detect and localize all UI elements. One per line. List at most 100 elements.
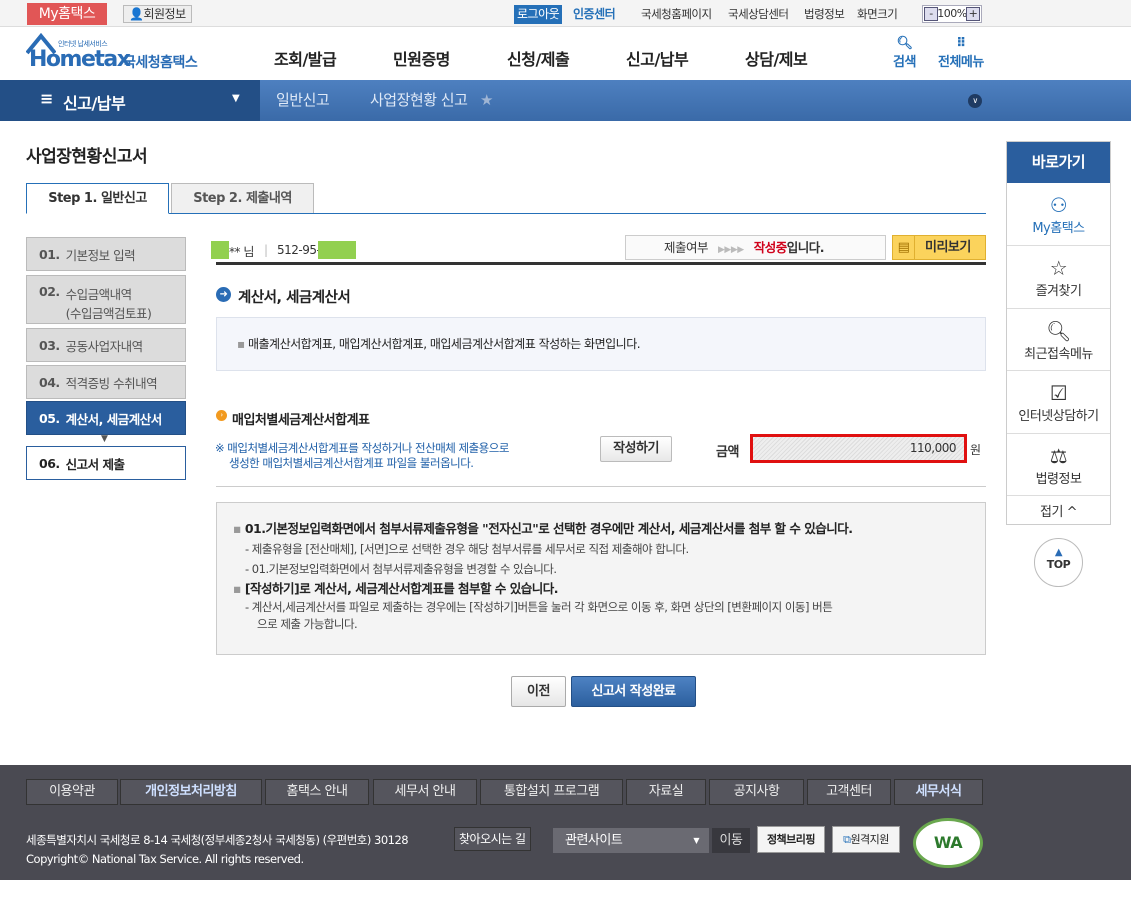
step-revenue[interactable]: 02. 수입금액내역 (수입금액검토표) bbox=[26, 275, 186, 324]
footer-address: 세종특별자치시 국세청로 8-14 국세청(정부세종2청사 국세청동) (우편번… bbox=[26, 833, 409, 847]
footer-hometax-guide[interactable]: 홈택스 안내 bbox=[265, 779, 369, 805]
hometax-logo[interactable]: 인터넷 납세서비스 Hometax 국세청홈택스 bbox=[26, 33, 211, 75]
write-button[interactable]: 작성하기 bbox=[600, 436, 672, 462]
quick-recent[interactable]: 🔍︎ 최근접속메뉴 bbox=[1007, 309, 1110, 371]
footer-customer-center[interactable]: 고객센터 bbox=[807, 779, 891, 805]
footer-notice[interactable]: 공지사항 bbox=[709, 779, 804, 805]
menu-filing[interactable]: 신고/납부 bbox=[626, 46, 689, 70]
menu-icon: ≡ bbox=[40, 89, 53, 108]
step-submit[interactable]: 06. 신고서 제출 bbox=[26, 446, 186, 480]
search-button[interactable]: 🔍︎ 검색 bbox=[893, 36, 916, 70]
tab-divider bbox=[26, 213, 986, 214]
menu-certificate[interactable]: 민원증명 bbox=[393, 46, 450, 70]
tab-step1[interactable]: Step 1. 일반신고 bbox=[26, 183, 169, 214]
quick-law[interactable]: ⚖ 법령정보 bbox=[1007, 434, 1110, 496]
page-title: 사업장현황신고서 bbox=[26, 147, 148, 167]
logo-text: Hometax bbox=[29, 47, 131, 72]
document-icon: ▤ bbox=[893, 236, 915, 259]
footer-privacy[interactable]: 개인정보처리방침 bbox=[120, 779, 262, 805]
breadcrumb-general[interactable]: 일반신고 bbox=[276, 80, 330, 121]
member-info-button[interactable]: 👤회원정보 bbox=[123, 5, 192, 23]
tab-step2[interactable]: Step 2. 제출내역 bbox=[171, 183, 314, 214]
masked-name bbox=[211, 241, 229, 259]
menu-inquiry[interactable]: 조회/발급 bbox=[274, 46, 337, 70]
quick-counsel[interactable]: ☑ 인터넷상담하기 bbox=[1007, 371, 1110, 434]
separator: | bbox=[264, 243, 268, 257]
policy-briefing-link[interactable]: 정책브리핑 bbox=[757, 826, 825, 853]
menu-application[interactable]: 신청/제출 bbox=[507, 46, 570, 70]
nts-counsel-link[interactable]: 국세상담센터 bbox=[728, 7, 789, 22]
grid-icon: ⠿ bbox=[956, 36, 966, 51]
footer-terms[interactable]: 이용약관 bbox=[26, 779, 118, 805]
top-utility-bar: My홈택스 👤회원정보 로그아웃 인증센터 국세청홈페이지 국세상담센터 법령정… bbox=[0, 0, 1131, 27]
subsection-note: ※ 매입처별세금계산서합계표를 작성하거나 전산매체 제출용으로 생성한 매입처별… bbox=[215, 441, 509, 470]
fold-button[interactable]: 접기 ^ bbox=[1007, 496, 1110, 520]
amount-unit: 원 bbox=[970, 443, 981, 457]
copyright: Copyright© National Tax Service. All rig… bbox=[26, 852, 304, 866]
search-icon: 🔍︎ bbox=[896, 36, 913, 51]
masked-biz-number bbox=[318, 241, 356, 259]
arrow-circle-icon: ➜ bbox=[216, 287, 231, 302]
go-button[interactable]: 이동 bbox=[712, 828, 750, 853]
breadcrumb-bar: ≡ 신고/납부 ▼ 일반신고 사업장현황 신고 ★ ∨ bbox=[0, 80, 1131, 121]
submission-status: 제출여부 ▶▶▶▶ 작성중입니다. bbox=[625, 235, 886, 260]
all-menu-button[interactable]: ⠿ 전체메뉴 bbox=[938, 36, 984, 70]
step-basic-info[interactable]: 01. 기본정보 입력 bbox=[26, 237, 186, 271]
cert-center-link[interactable]: 인증센터 bbox=[573, 6, 616, 23]
user-icon: 👤 bbox=[129, 7, 144, 21]
favorite-star-icon[interactable]: ★ bbox=[480, 91, 493, 109]
remote-support-link[interactable]: ⧉원격지원 bbox=[832, 826, 900, 853]
page-bottom bbox=[0, 880, 1131, 897]
gavel-icon: ⚖ bbox=[1049, 444, 1068, 468]
header-rule bbox=[216, 262, 986, 265]
related-sites-select[interactable]: 관련사이트 ▼ bbox=[553, 828, 709, 853]
nts-homepage-link[interactable]: 국세청홈페이지 bbox=[641, 7, 712, 22]
business-number: 512-95- bbox=[277, 243, 321, 257]
bullet-icon: › bbox=[216, 410, 227, 421]
zoom-out-button[interactable]: - bbox=[924, 7, 938, 21]
web-accessibility-mark: WA bbox=[913, 818, 983, 868]
dropdown-arrow-icon: ▼ bbox=[232, 93, 240, 104]
step-partners[interactable]: 03. 공동사업자내역 bbox=[26, 328, 186, 362]
quick-menu-title: 바로가기 bbox=[1007, 142, 1110, 183]
info-box: ▪ 매출계산서합계표, 매입계산서합계표, 매입세금계산서합계표 작성하는 화면… bbox=[216, 317, 986, 371]
section-selector[interactable]: ≡ 신고/납부 ▼ bbox=[0, 80, 260, 121]
menu-counsel[interactable]: 상담/제보 bbox=[745, 46, 808, 70]
complete-button[interactable]: 신고서 작성완료 bbox=[571, 676, 696, 707]
quick-favorites[interactable]: ☆ 즐겨찾기 bbox=[1007, 246, 1110, 309]
footer-office-guide[interactable]: 세무서 안내 bbox=[373, 779, 477, 805]
law-info-link[interactable]: 법령정보 bbox=[804, 7, 845, 22]
preview-button[interactable]: ▤ 미리보기 bbox=[892, 235, 986, 260]
screen-size-label: 화면크기 bbox=[857, 7, 898, 21]
amount-field: 110,000 bbox=[750, 434, 967, 463]
divider bbox=[216, 486, 986, 487]
amount-label: 금액 bbox=[716, 445, 739, 460]
step-invoices[interactable]: 05. 계산서, 세금계산서 bbox=[26, 401, 186, 435]
recent-search-icon: 🔍︎ bbox=[1046, 319, 1071, 343]
monitor-check-icon: ☑ bbox=[1049, 381, 1068, 405]
arrows-icon: ▶▶▶▶ bbox=[718, 245, 744, 255]
footer-library[interactable]: 자료실 bbox=[626, 779, 706, 805]
footer-tax-forms[interactable]: 세무서식 bbox=[894, 779, 983, 805]
quick-menu: 바로가기 ⚇ My홈택스 ☆ 즐겨찾기 🔍︎ 최근접속메뉴 ☑ 인터넷상담하기 ⚖ 법령정… bbox=[1006, 141, 1111, 525]
logo-subtitle: 국세청홈택스 bbox=[123, 55, 198, 71]
expand-icon[interactable]: ∨ bbox=[968, 94, 982, 108]
top-button[interactable]: ▲ TOP bbox=[1034, 538, 1083, 587]
quick-my-hometax[interactable]: ⚇ My홈택스 bbox=[1007, 183, 1110, 246]
directions-button[interactable]: 찾아오시는 길 bbox=[454, 827, 531, 851]
section-title: 계산서, 세금계산서 bbox=[238, 290, 351, 306]
logout-button[interactable]: 로그아웃 bbox=[514, 5, 563, 24]
my-hometax-button[interactable]: My홈택스 bbox=[27, 3, 107, 25]
prev-button[interactable]: 이전 bbox=[511, 676, 566, 707]
search-label: 검색 bbox=[893, 55, 916, 70]
step-evidence[interactable]: 04. 적격증빙 수취내역 bbox=[26, 365, 186, 399]
up-arrow-icon: ▲ bbox=[1054, 547, 1063, 558]
notice-box: ▪ 01.기본정보입력화면에서 첨부서류제출유형을 "전자신고"로 선택한 경우… bbox=[216, 502, 986, 655]
footer-install[interactable]: 통합설치 프로그램 bbox=[480, 779, 623, 805]
step-arrow-icon: ▼ bbox=[101, 434, 108, 444]
breadcrumb-current: 사업장현황 신고 bbox=[370, 91, 468, 109]
user-name: ** 님 bbox=[229, 245, 254, 259]
zoom-level: 100% bbox=[937, 7, 967, 20]
zoom-in-button[interactable]: + bbox=[966, 7, 980, 21]
member-info-label: 회원정보 bbox=[143, 7, 186, 21]
